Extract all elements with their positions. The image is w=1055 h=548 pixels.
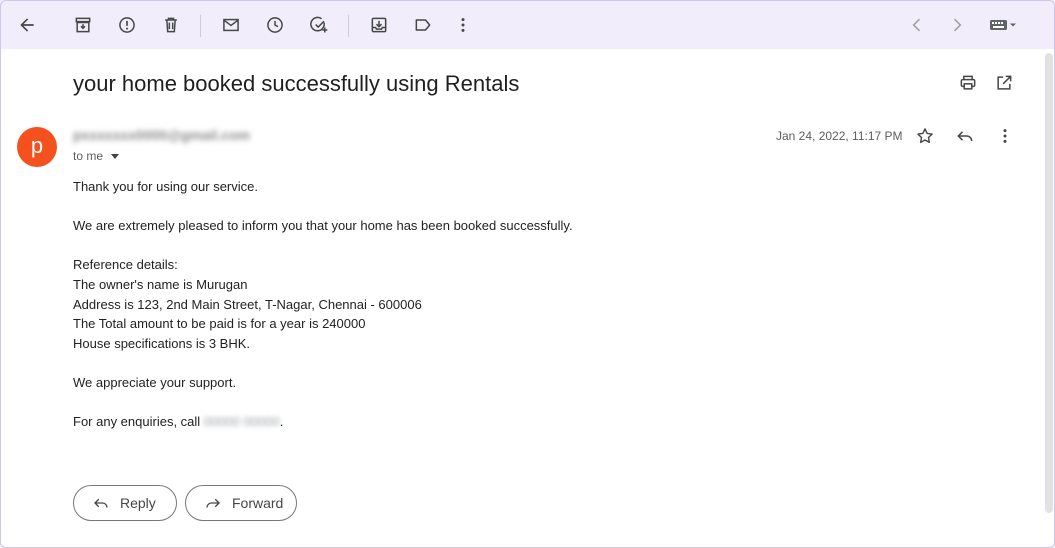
- body-line: Address is 123, 2nd Main Street, T-Nagar…: [73, 296, 422, 312]
- body-line: House specifications is 3 BHK.: [73, 335, 251, 351]
- caret-down-icon: [111, 154, 120, 159]
- recipient-details[interactable]: to me: [73, 149, 120, 163]
- print-icon: [960, 75, 976, 90]
- body-line: The Total amount to be paid is for a yea…: [73, 316, 366, 332]
- snooze-button[interactable]: [259, 9, 291, 41]
- reply-label: Reply: [120, 495, 156, 511]
- sender-email[interactable]: pxxxxxxx0000@gmail.com: [73, 127, 250, 143]
- email-body: Thank you for using our service. We are …: [73, 177, 573, 432]
- add-task-icon: [310, 16, 328, 33]
- forward-label: Forward: [232, 495, 284, 511]
- older-button[interactable]: [941, 9, 973, 41]
- mail-icon: [223, 18, 239, 32]
- arrow-left-icon: [20, 18, 34, 32]
- enquiry-text: For any enquiries, call: [73, 414, 204, 430]
- toolbar-divider: [200, 15, 201, 37]
- archive-button[interactable]: [67, 9, 99, 41]
- more-vert-icon: [1003, 129, 1007, 143]
- body-line: Reference details:: [73, 257, 178, 273]
- to-me-label: to me: [73, 149, 104, 163]
- toolbar: [1, 1, 1054, 49]
- move-to-inbox-icon: [371, 17, 387, 33]
- report-spam-icon: [119, 17, 135, 33]
- chevron-left-icon: [912, 18, 921, 32]
- email-view: your home booked successfully using Rent…: [1, 49, 1042, 547]
- message-more-button[interactable]: [989, 120, 1021, 152]
- enquiry-suffix: .: [279, 414, 284, 430]
- email-subject: your home booked successfully using Rent…: [73, 71, 520, 96]
- archive-icon: [75, 17, 91, 33]
- toolbar-divider: [348, 15, 349, 37]
- more-vert-icon: [461, 18, 465, 32]
- body-line: We are extremely pleased to inform you t…: [73, 218, 573, 234]
- scrollbar-thumb[interactable]: [1045, 53, 1053, 513]
- reply-icon: [957, 131, 973, 142]
- input-tools-button[interactable]: [983, 9, 1023, 41]
- star-button[interactable]: [909, 120, 941, 152]
- reply-button[interactable]: Reply: [73, 485, 177, 521]
- label-button[interactable]: [407, 9, 439, 41]
- reply-icon: [94, 498, 108, 508]
- delete-button[interactable]: [155, 9, 187, 41]
- keyboard-icon: [990, 20, 1016, 30]
- open-in-new-icon: [997, 75, 1012, 90]
- phone-number[interactable]: 00000 00000: [204, 412, 280, 432]
- scrollbar[interactable]: [1042, 49, 1054, 547]
- star-icon: [917, 128, 933, 144]
- mark-unread-button[interactable]: [215, 9, 247, 41]
- move-to-button[interactable]: [363, 9, 395, 41]
- forward-icon: [206, 498, 220, 508]
- report-spam-button[interactable]: [111, 9, 143, 41]
- forward-button[interactable]: Forward: [185, 485, 297, 521]
- sender-avatar[interactable]: p: [17, 127, 57, 167]
- body-line: For any enquiries, call 00000 00000.: [73, 412, 573, 432]
- reply-icon-button[interactable]: [949, 120, 981, 152]
- newer-button[interactable]: [901, 9, 933, 41]
- body-line: The owner's name is Murugan: [73, 276, 248, 292]
- label-icon: [415, 19, 431, 31]
- body-line: We appreciate your support.: [73, 374, 237, 390]
- email-date: Jan 24, 2022, 11:17 PM: [776, 129, 903, 143]
- open-in-new-window-button[interactable]: [988, 67, 1020, 99]
- add-to-tasks-button[interactable]: [303, 9, 335, 41]
- email-window: your home booked successfully using Rent…: [0, 0, 1055, 548]
- print-all-button[interactable]: [952, 67, 984, 99]
- body-line: Thank you for using our service.: [73, 179, 258, 194]
- more-options-button[interactable]: [447, 9, 479, 41]
- back-button[interactable]: [11, 9, 43, 41]
- trash-icon: [165, 17, 177, 33]
- chevron-right-icon: [953, 18, 962, 32]
- clock-icon: [267, 17, 283, 33]
